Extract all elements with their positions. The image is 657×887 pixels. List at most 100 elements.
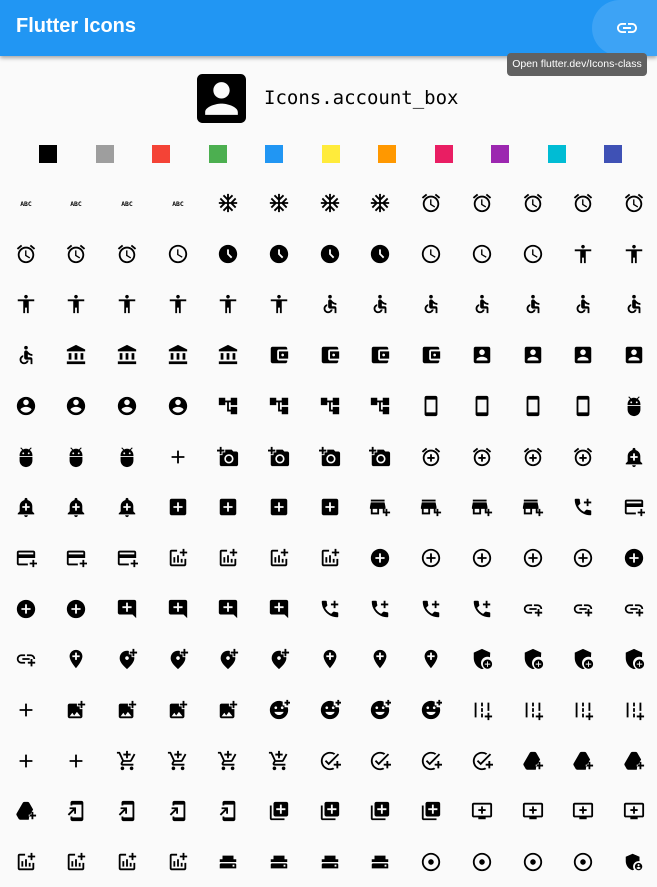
add-alarm-icon[interactable] (558, 432, 608, 482)
add-moderator-icon[interactable] (457, 634, 507, 684)
add-business-icon[interactable] (457, 482, 507, 532)
add-comment-icon[interactable] (203, 584, 253, 634)
access-time-icon[interactable] (153, 229, 203, 279)
add-a-photo-icon[interactable] (355, 432, 405, 482)
account-balance-wallet-icon[interactable] (355, 330, 405, 380)
accessible-icon[interactable] (609, 279, 657, 329)
accessible-icon[interactable] (305, 279, 355, 329)
abc-icon[interactable]: ABC (51, 178, 101, 228)
add-link-icon[interactable] (508, 584, 558, 634)
adb-icon[interactable] (1, 432, 51, 482)
ad-units-icon[interactable] (457, 381, 507, 431)
access-time-icon[interactable] (406, 229, 456, 279)
add-reaction-icon[interactable] (406, 685, 456, 735)
access-alarm-icon[interactable] (609, 178, 657, 228)
add-alarm-icon[interactable] (508, 432, 558, 482)
adf-scanner-icon[interactable] (254, 837, 304, 887)
add-box-icon[interactable] (153, 482, 203, 532)
accessibility-icon[interactable] (153, 279, 203, 329)
add-alert-icon[interactable] (609, 432, 657, 482)
add-to-home-screen-icon[interactable] (51, 786, 101, 836)
accessibility-icon[interactable] (102, 279, 152, 329)
account-circle-icon[interactable] (153, 381, 203, 431)
abc-icon[interactable]: ABC (1, 178, 51, 228)
adjust-icon[interactable] (406, 837, 456, 887)
access-alarm-icon[interactable] (558, 178, 608, 228)
add-shopping-cart-icon[interactable] (102, 736, 152, 786)
add-a-photo-icon[interactable] (305, 432, 355, 482)
account-circle-icon[interactable] (1, 381, 51, 431)
accessibility-icon[interactable] (558, 229, 608, 279)
accessibility-icon[interactable] (254, 279, 304, 329)
add-icon[interactable] (51, 736, 101, 786)
access-alarm-icon[interactable] (102, 229, 152, 279)
adjust-icon[interactable] (558, 837, 608, 887)
add-card-icon[interactable] (51, 533, 101, 583)
add-card-icon[interactable] (1, 533, 51, 583)
accessibility-icon[interactable] (51, 279, 101, 329)
add-alarm-icon[interactable] (406, 432, 456, 482)
account-balance-icon[interactable] (203, 330, 253, 380)
access-time-icon[interactable] (508, 229, 558, 279)
accessibility-icon[interactable] (1, 279, 51, 329)
admin-panel-settings-icon[interactable] (609, 837, 657, 887)
add-to-queue-icon[interactable] (609, 786, 657, 836)
adjust-icon[interactable] (457, 837, 507, 887)
access-alarm-icon[interactable] (51, 229, 101, 279)
accessibility-icon[interactable] (609, 229, 657, 279)
addchart-icon[interactable] (153, 837, 203, 887)
add-to-queue-icon[interactable] (508, 786, 558, 836)
access-time-filled-icon[interactable] (254, 229, 304, 279)
add-circle-icon[interactable] (508, 533, 558, 583)
add-task-icon[interactable] (355, 736, 405, 786)
add-to-drive-icon[interactable] (1, 786, 51, 836)
add-task-icon[interactable] (406, 736, 456, 786)
add-box-icon[interactable] (254, 482, 304, 532)
account-balance-wallet-icon[interactable] (254, 330, 304, 380)
add-card-icon[interactable] (609, 482, 657, 532)
add-to-photos-icon[interactable] (305, 786, 355, 836)
add-photo-alternate-icon[interactable] (51, 685, 101, 735)
add-icon[interactable] (1, 736, 51, 786)
accessible-icon[interactable] (1, 330, 51, 380)
add-to-home-screen-icon[interactable] (203, 786, 253, 836)
add-to-drive-icon[interactable] (558, 736, 608, 786)
add-to-drive-icon[interactable] (508, 736, 558, 786)
add-reaction-icon[interactable] (355, 685, 405, 735)
add-business-icon[interactable] (406, 482, 456, 532)
access-time-icon[interactable] (457, 229, 507, 279)
adf-scanner-icon[interactable] (355, 837, 405, 887)
add-task-icon[interactable] (457, 736, 507, 786)
add-road-icon[interactable] (508, 685, 558, 735)
add-road-icon[interactable] (457, 685, 507, 735)
access-time-filled-icon[interactable] (355, 229, 405, 279)
ac-unit-icon[interactable] (355, 178, 405, 228)
add-a-photo-icon[interactable] (254, 432, 304, 482)
add-circle-icon[interactable] (609, 533, 657, 583)
access-time-filled-icon[interactable] (305, 229, 355, 279)
ad-units-icon[interactable] (406, 381, 456, 431)
add-link-icon[interactable] (609, 584, 657, 634)
add-chart-icon[interactable] (203, 533, 253, 583)
add-moderator-icon[interactable] (508, 634, 558, 684)
accessible-forward-icon[interactable] (558, 279, 608, 329)
add-chart-icon[interactable] (153, 533, 203, 583)
account-tree-icon[interactable] (203, 381, 253, 431)
account-circle-icon[interactable] (51, 381, 101, 431)
add-ic-call-icon[interactable] (457, 584, 507, 634)
adf-scanner-icon[interactable] (203, 837, 253, 887)
access-time-filled-icon[interactable] (203, 229, 253, 279)
add-location-alt-icon[interactable] (254, 634, 304, 684)
add-icon[interactable] (153, 432, 203, 482)
add-link-icon[interactable] (1, 634, 51, 684)
ac-unit-icon[interactable] (305, 178, 355, 228)
account-circle-icon[interactable] (102, 381, 152, 431)
access-alarm-icon[interactable] (457, 178, 507, 228)
account-tree-icon[interactable] (305, 381, 355, 431)
add-to-home-screen-icon[interactable] (102, 786, 152, 836)
add-chart-icon[interactable] (305, 533, 355, 583)
ac-unit-icon[interactable] (254, 178, 304, 228)
add-road-icon[interactable] (609, 685, 657, 735)
add-circle-icon[interactable] (558, 533, 608, 583)
add-to-queue-icon[interactable] (558, 786, 608, 836)
